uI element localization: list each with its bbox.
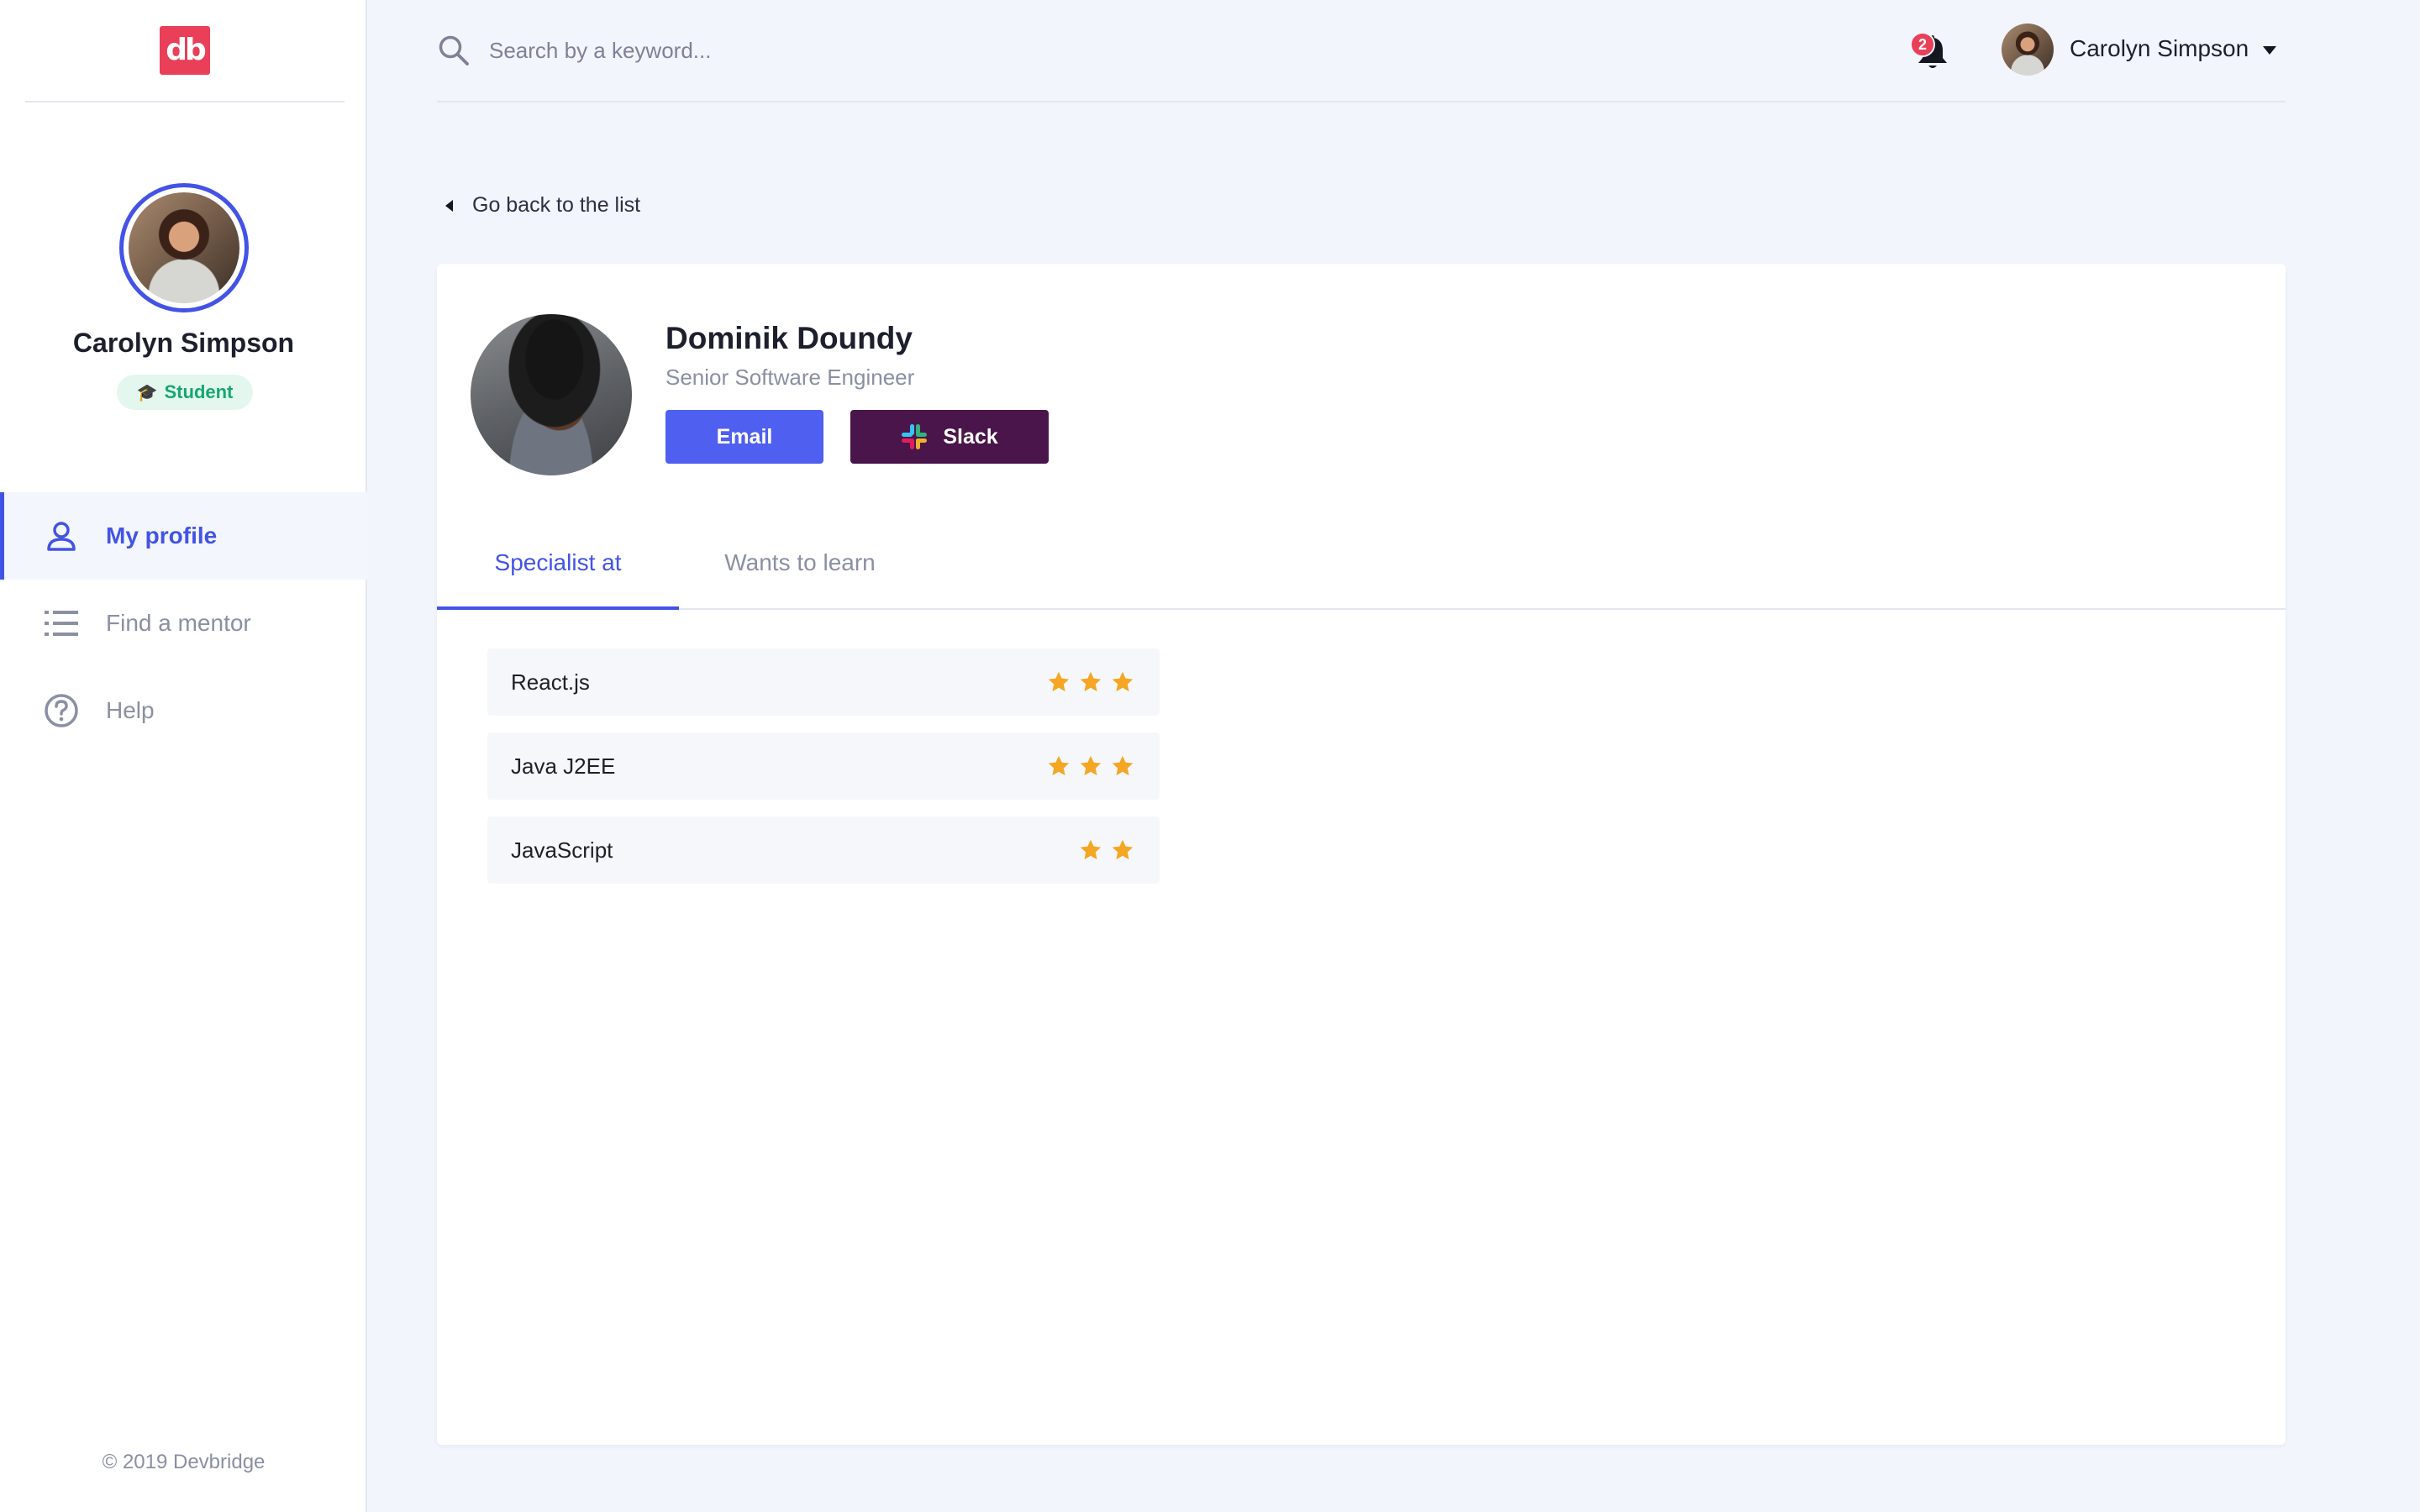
sidebar-item-label: Find a mentor <box>106 610 251 636</box>
star-icon <box>1048 671 1070 692</box>
copyright: © 2019 Devbridge <box>102 1451 266 1473</box>
person-icon <box>42 517 81 555</box>
star-icon <box>1080 755 1102 776</box>
graduation-cap-icon: 🎓 <box>136 384 158 402</box>
role-badge-label: Student <box>164 381 234 402</box>
sidebar-item-label: My profile <box>106 522 218 549</box>
star-icon <box>1112 671 1134 692</box>
back-to-list-link[interactable]: Go back to the list <box>445 193 640 218</box>
sidebar-avatar[interactable] <box>119 183 249 312</box>
skill-name: React.js <box>511 669 590 695</box>
sidebar-user-name: Carolyn Simpson <box>72 328 295 358</box>
slack-button-label: Slack <box>943 424 998 449</box>
top-bar: 2 Carolyn Simpson <box>437 0 2286 102</box>
email-button[interactable]: Email <box>666 410 823 464</box>
role-badge: 🎓 Student <box>117 375 253 410</box>
tab-wants-to-learn[interactable]: Wants to learn <box>702 521 897 610</box>
star-icon <box>1112 839 1134 860</box>
skill-name: Java J2EE <box>511 753 616 779</box>
sidebar-item-my-profile[interactable]: My profile <box>0 492 367 580</box>
caret-left-icon <box>445 199 453 212</box>
skill-name: JavaScript <box>511 837 613 863</box>
star-icon <box>1112 755 1134 776</box>
skill-row: React.js <box>487 648 1160 716</box>
star-icon <box>1080 839 1102 860</box>
sidebar-item-help[interactable]: Help <box>0 667 367 754</box>
tab-specialist-at[interactable]: Specialist at <box>437 521 679 610</box>
skill-row: Java J2EE <box>487 732 1160 800</box>
search-input[interactable] <box>489 30 1161 71</box>
slack-button[interactable]: Slack <box>850 410 1049 464</box>
email-button-label: Email <box>716 424 773 449</box>
mentor-avatar <box>471 314 632 475</box>
header-user-name[interactable]: Carolyn Simpson <box>2070 35 2249 62</box>
chevron-down-icon[interactable] <box>2262 45 2277 55</box>
slack-icon <box>902 424 928 449</box>
question-circle-icon <box>42 691 81 730</box>
skill-row: JavaScript <box>487 816 1160 884</box>
header-avatar[interactable] <box>2002 24 2054 76</box>
skill-rating <box>1039 670 1134 694</box>
back-link-label: Go back to the list <box>472 193 641 217</box>
notification-count-badge: 2 <box>1910 32 1935 57</box>
skill-tabs: Specialist at Wants to learn <box>437 521 2286 610</box>
mentor-title: Senior Software Engineer <box>666 365 915 390</box>
sidebar: db Carolyn Simpson 🎓 Student My profile F… <box>0 0 367 1512</box>
sidebar-item-label: Help <box>106 697 155 723</box>
star-icon <box>1080 671 1102 692</box>
mentor-card: Dominik Doundy Senior Software Engineer … <box>437 264 2286 1445</box>
mentor-name: Dominik Doundy <box>666 321 913 355</box>
skill-rating <box>1039 754 1134 778</box>
search-icon <box>439 35 469 66</box>
devbridge-logo[interactable]: db <box>160 26 210 75</box>
sidebar-item-find-mentor[interactable]: Find a mentor <box>0 580 367 667</box>
star-icon <box>1048 755 1070 776</box>
skill-list: React.js Java J2EE JavaScript <box>487 648 1160 900</box>
list-icon <box>42 604 81 643</box>
avatar-photo <box>129 192 239 303</box>
skill-rating <box>1071 838 1134 862</box>
logo-area: db <box>25 0 345 102</box>
